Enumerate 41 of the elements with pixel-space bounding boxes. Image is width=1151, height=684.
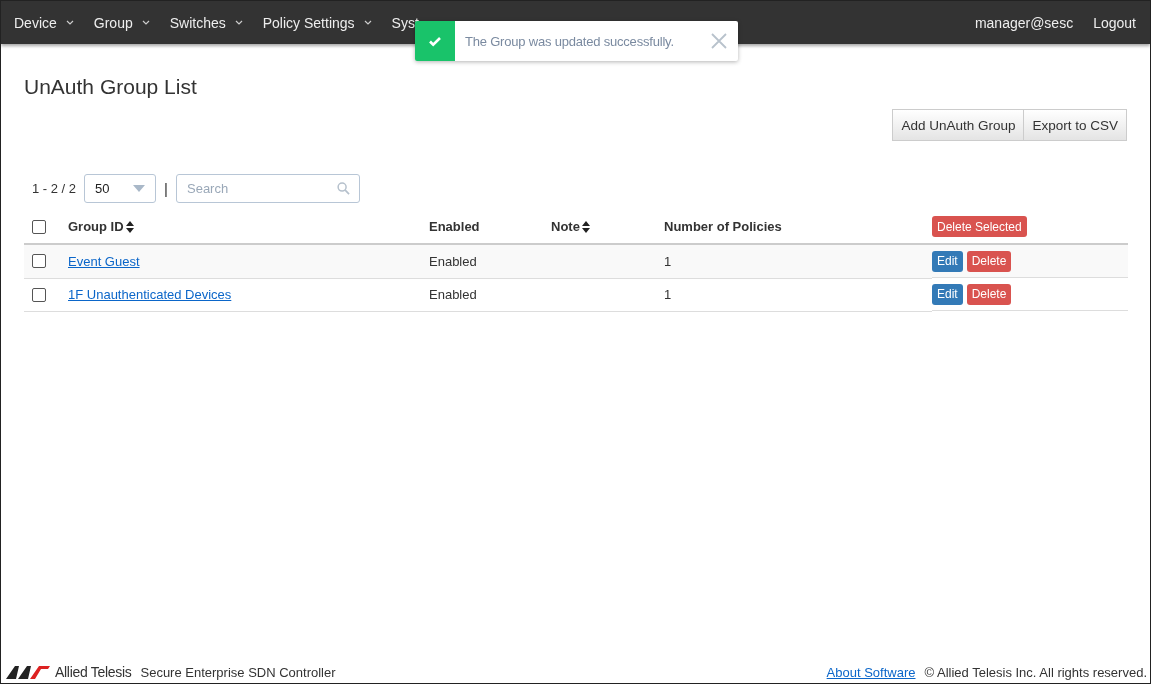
group-link[interactable]: Event Guest [68, 253, 140, 269]
table-cell: 1 [664, 253, 672, 269]
caret-icon [141, 20, 150, 25]
nav-menu-item[interactable]: Policy Settings [252, 1, 382, 44]
logout-link[interactable]: Logout [1083, 1, 1146, 44]
record-range: 1 - 2 / 2 [32, 181, 77, 196]
group-link[interactable]: 1F Unauthenticated Devices [68, 287, 232, 302]
edit-button[interactable]: Edit [932, 250, 963, 272]
select-all-checkbox[interactable] [32, 219, 46, 234]
action-button[interactable]: Export to CSV [1024, 109, 1127, 141]
delete-selected-button[interactable]: Delete Selected [932, 216, 1027, 237]
edit-button[interactable]: Edit [932, 283, 963, 305]
table-cell: 1 [664, 287, 672, 302]
delete-button[interactable]: Delete [966, 250, 1012, 272]
row-checkbox[interactable] [32, 287, 46, 302]
table-cell: Enabled [429, 253, 477, 269]
caret-icon [363, 20, 372, 25]
table-cell: Enabled [429, 287, 477, 302]
nav-menu-item[interactable]: Switches [159, 1, 253, 44]
sort-icon [581, 220, 590, 233]
product-name: Secure Enterprise SDN Controller [140, 664, 336, 680]
nav-menu-item[interactable]: Device [4, 1, 84, 44]
user-menu[interactable]: manager@sesc [964, 1, 1084, 44]
about-software-link[interactable]: About Software [826, 664, 916, 680]
action-button[interactable]: Add UnAuth Group [892, 109, 1025, 141]
delete-button[interactable]: Delete [966, 283, 1012, 305]
dropdown-arrow-icon [133, 185, 146, 192]
sort-icon [125, 220, 134, 233]
page-size-select[interactable]: 50 [84, 174, 157, 203]
logo-icon [6, 665, 50, 679]
caret-icon [65, 20, 74, 25]
page-title: UnAuth Group List [24, 75, 198, 99]
brand-name: Allied Telesis [55, 664, 132, 680]
copyright-text: © Allied Telesis Inc. All rights reserved. [924, 664, 1147, 680]
caret-icon [234, 20, 243, 25]
search-field[interactable]: Search [176, 174, 360, 203]
nav-menu-item[interactable]: Group [83, 1, 160, 44]
separator-text: | [164, 180, 168, 197]
row-checkbox[interactable] [32, 254, 46, 269]
toast-message: The Group was updated successfully. [465, 33, 674, 49]
search-icon [337, 182, 350, 195]
